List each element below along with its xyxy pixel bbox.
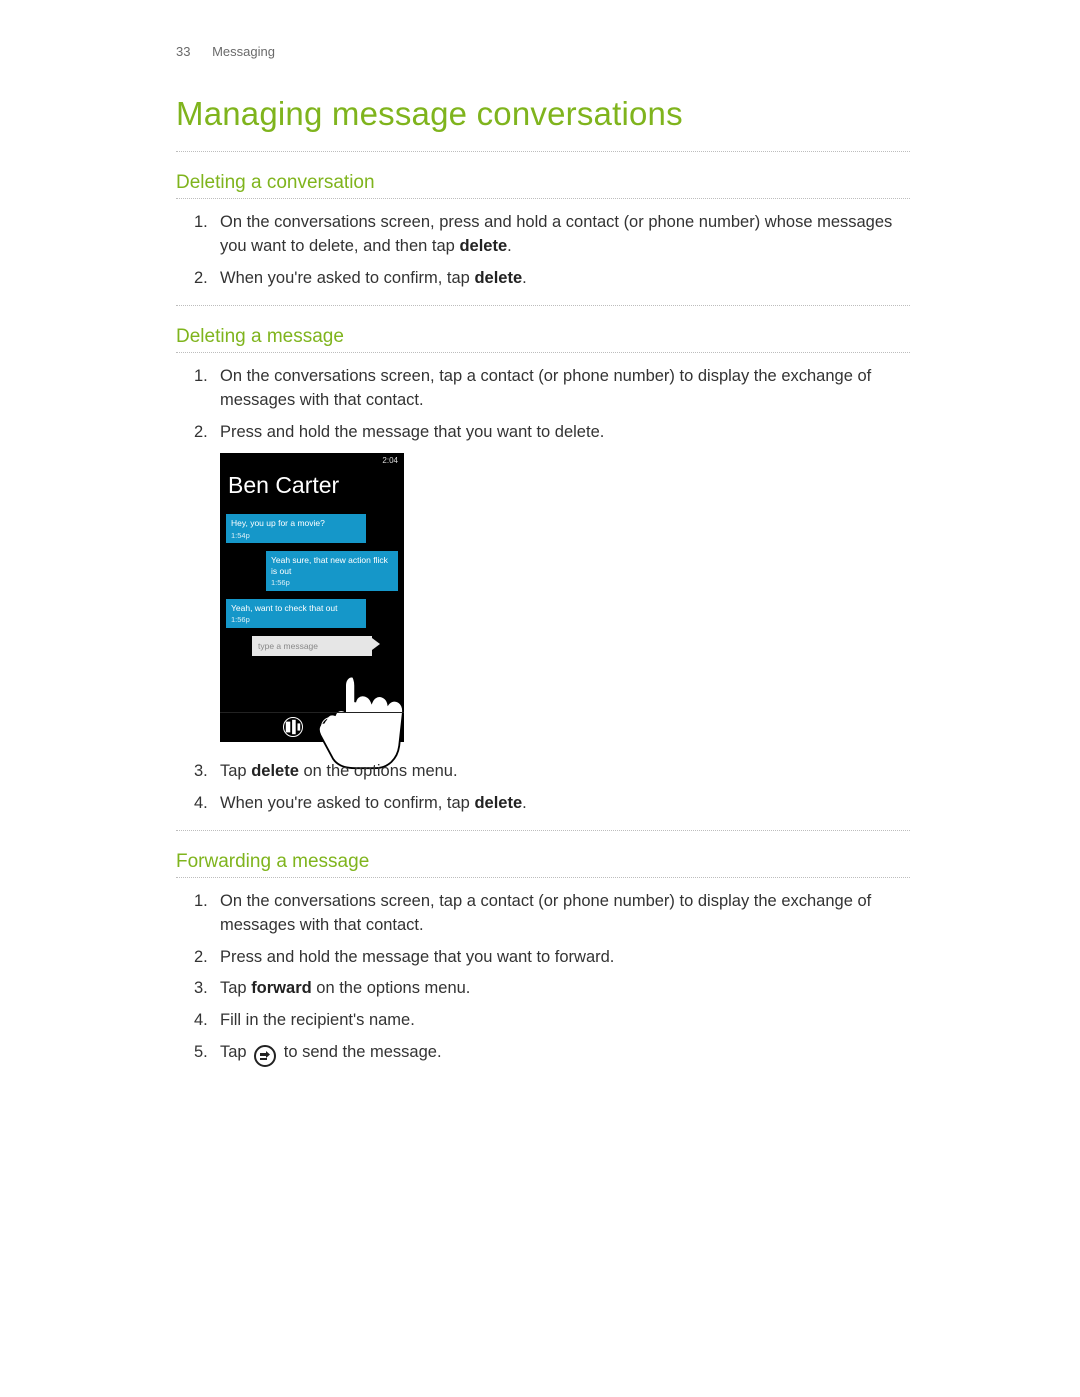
step-text: on the options menu. (299, 762, 458, 780)
step-text: to send the message. (279, 1043, 441, 1061)
step-text: Tap (220, 979, 251, 997)
steps-deleting-message: 1. On the conversations screen, tap a co… (176, 365, 910, 816)
voice-button-icon[interactable] (283, 717, 303, 737)
attach-button-icon[interactable] (321, 717, 341, 737)
step-number: 2. (194, 421, 208, 445)
message-text: Hey, you up for a movie? (231, 518, 325, 528)
more-button-icon[interactable]: ... (383, 719, 396, 736)
section-heading-deleting-message: Deleting a message (176, 314, 910, 348)
step-text: on the options menu. (312, 979, 471, 997)
phone-screenshot: 2:04 Ben Carter Hey, you up for a movie?… (220, 453, 910, 742)
message-text: Yeah sure, that new action flick is out (271, 555, 388, 576)
page-title: Managing message conversations (176, 95, 910, 133)
phone-text-input[interactable]: type a message (252, 636, 372, 657)
step-text: . (507, 237, 512, 255)
page-header: 33 Messaging (176, 44, 910, 59)
phone-appbar: ... (220, 712, 404, 742)
step-number: 1. (194, 365, 208, 389)
step-number: 2. (194, 267, 208, 291)
ui-term: delete (459, 237, 507, 255)
step-item: 3. Tap delete on the options menu. (220, 760, 910, 784)
phone-statusbar: 2:04 (220, 453, 404, 467)
status-time: 2:04 (382, 456, 398, 465)
divider (176, 830, 910, 831)
input-tail-icon (372, 638, 380, 650)
divider (176, 352, 910, 353)
step-item: 2. When you're asked to confirm, tap del… (220, 267, 910, 291)
divider (176, 151, 910, 152)
step-item: 4. Fill in the recipient's name. (220, 1009, 910, 1033)
step-text: . (522, 269, 527, 287)
message-time: 1:54p (231, 531, 361, 540)
step-number: 4. (194, 1009, 208, 1033)
message-bubble-sent: Yeah, want to check that out 1:56p (226, 599, 366, 628)
step-item: 2. Press and hold the message that you w… (220, 946, 910, 970)
step-item: 1. On the conversations screen, press an… (220, 211, 910, 259)
steps-forwarding-message: 1. On the conversations screen, tap a co… (176, 890, 910, 1068)
divider (176, 305, 910, 306)
message-bubble-sent: Hey, you up for a movie? 1:54p (226, 514, 366, 543)
step-text: Press and hold the message that you want… (220, 423, 604, 441)
step-item: 5. Tap to send the message. (220, 1041, 910, 1067)
steps-deleting-conversation: 1. On the conversations screen, press an… (176, 211, 910, 291)
step-item: 2. Press and hold the message that you w… (220, 421, 910, 742)
phone-mockup: 2:04 Ben Carter Hey, you up for a movie?… (220, 453, 404, 742)
section-heading-forwarding-message: Forwarding a message (176, 839, 910, 873)
step-number: 4. (194, 792, 208, 816)
step-item: 3. Tap forward on the options menu. (220, 977, 910, 1001)
ui-term: forward (251, 979, 312, 997)
step-text: . (522, 794, 527, 812)
ui-term: delete (251, 762, 299, 780)
step-text: On the conversations screen, press and h… (220, 213, 892, 255)
message-bubble-received: Yeah sure, that new action flick is out … (266, 551, 398, 591)
phone-input-row: type a message (226, 636, 398, 657)
step-item: 4. When you're asked to confirm, tap del… (220, 792, 910, 816)
ui-term: delete (474, 269, 522, 287)
step-number: 3. (194, 760, 208, 784)
divider (176, 877, 910, 878)
step-text: Fill in the recipient's name. (220, 1011, 415, 1029)
step-text: Press and hold the message that you want… (220, 948, 614, 966)
step-text: When you're asked to confirm, tap (220, 269, 474, 287)
section-heading-deleting-conversation: Deleting a conversation (176, 160, 910, 194)
step-text: Tap (220, 1043, 251, 1061)
step-number: 2. (194, 946, 208, 970)
send-icon (254, 1045, 276, 1067)
message-text: Yeah, want to check that out (231, 603, 337, 613)
document-page: 33 Messaging Managing message conversati… (0, 0, 1080, 1397)
page-number: 33 (176, 44, 190, 59)
page-section-name: Messaging (212, 44, 275, 59)
step-number: 1. (194, 211, 208, 235)
phone-contact-name: Ben Carter (220, 467, 404, 512)
step-item: 1. On the conversations screen, tap a co… (220, 365, 910, 413)
phone-chat-area: Hey, you up for a movie? 1:54p Yeah sure… (220, 512, 404, 712)
ui-term: delete (474, 794, 522, 812)
divider (176, 198, 910, 199)
step-number: 3. (194, 977, 208, 1001)
step-item: 1. On the conversations screen, tap a co… (220, 890, 910, 938)
step-number: 5. (194, 1041, 208, 1065)
step-text: On the conversations screen, tap a conta… (220, 892, 871, 934)
step-text: On the conversations screen, tap a conta… (220, 367, 871, 409)
step-text: When you're asked to confirm, tap (220, 794, 474, 812)
step-text: Tap (220, 762, 251, 780)
step-number: 1. (194, 890, 208, 914)
message-time: 1:56p (231, 615, 361, 624)
message-time: 1:56p (271, 578, 393, 587)
